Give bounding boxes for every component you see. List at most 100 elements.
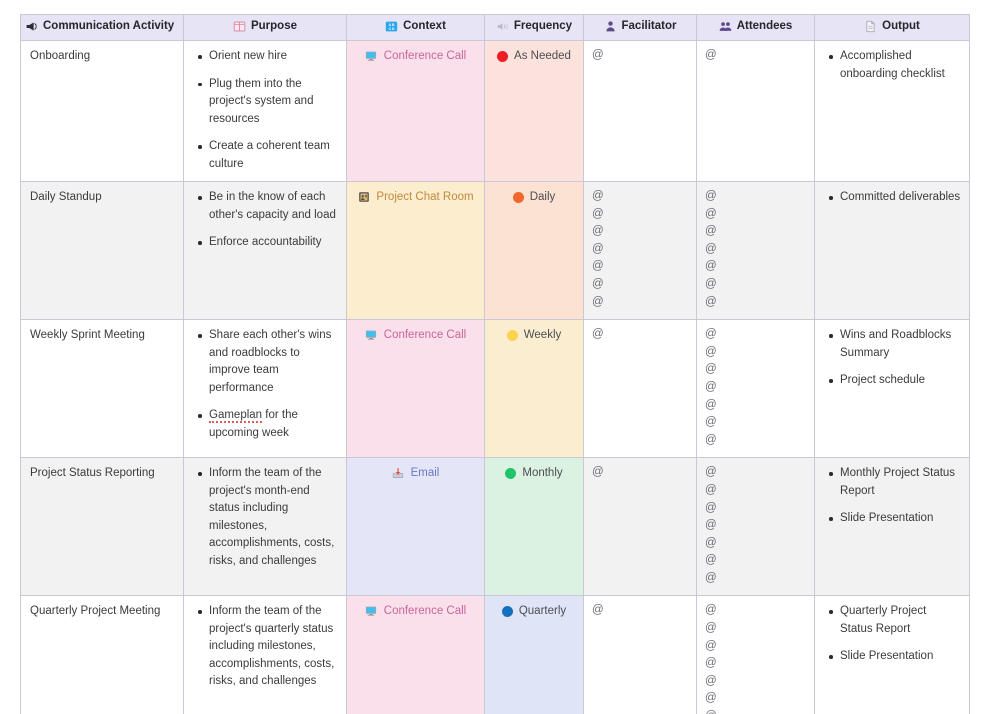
mention-placeholder[interactable]: @ — [705, 655, 806, 673]
mention-stack: @ — [592, 47, 688, 65]
cell-attendees[interactable]: @@@@@@@ — [696, 180, 815, 321]
cell-facilitator[interactable]: @ — [583, 595, 697, 714]
mention-placeholder[interactable]: @ — [705, 258, 806, 276]
cell-output[interactable]: Monthly Project Status Report Slide Prese… — [814, 457, 970, 597]
output-item: Wins and Roadblocks Summary — [829, 327, 961, 362]
mention-placeholder[interactable]: @ — [705, 326, 806, 344]
mention-stack: @@@@@@@ — [705, 464, 806, 587]
cell-communication-activity[interactable]: Quarterly Project Meeting — [20, 595, 184, 714]
mention-placeholder[interactable]: @ — [705, 500, 806, 518]
mention-placeholder[interactable]: @ — [592, 47, 688, 65]
speaker-icon — [496, 20, 509, 33]
cell-facilitator[interactable]: @ — [583, 40, 697, 182]
column-header-purpose[interactable]: Purpose — [183, 14, 347, 41]
cell-output[interactable]: Committed deliverables — [814, 180, 970, 321]
cell-context[interactable]: Conference Call — [346, 319, 485, 459]
output-item: Slide Presentation — [829, 648, 961, 666]
cell-attendees[interactable]: @ — [696, 40, 815, 182]
column-header-label: Purpose — [250, 20, 297, 32]
cell-purpose[interactable]: Be in the know of each other's capacity … — [183, 180, 347, 321]
cell-communication-activity[interactable]: Onboarding — [20, 40, 184, 182]
page-icon — [864, 20, 877, 33]
mention-stack: @ — [592, 464, 688, 482]
cell-context[interactable]: Conference Call — [346, 595, 485, 714]
column-header-output[interactable]: Output — [814, 14, 970, 41]
mention-placeholder[interactable]: @ — [705, 223, 806, 241]
mention-placeholder[interactable]: @ — [592, 294, 688, 312]
mention-placeholder[interactable]: @ — [705, 432, 806, 450]
cell-attendees[interactable]: @@@@@@@ — [696, 595, 815, 714]
mention-placeholder[interactable]: @ — [705, 414, 806, 432]
mention-placeholder[interactable]: @ — [705, 552, 806, 570]
column-header-frequency[interactable]: Frequency — [484, 14, 584, 41]
cell-frequency[interactable]: As Needed — [484, 40, 584, 182]
cell-frequency[interactable]: Weekly — [484, 319, 584, 459]
mention-placeholder[interactable]: @ — [705, 397, 806, 415]
mention-placeholder[interactable]: @ — [705, 638, 806, 656]
mention-placeholder[interactable]: @ — [705, 708, 806, 714]
mention-placeholder[interactable]: @ — [705, 344, 806, 362]
purpose-list: Orient new hire Plug them into the projec… — [192, 48, 338, 173]
frequency-status-dot — [501, 606, 513, 618]
mention-placeholder[interactable]: @ — [705, 673, 806, 691]
column-header-activity[interactable]: Communication Activity — [20, 14, 184, 41]
cell-attendees[interactable]: @@@@@@@ — [696, 457, 815, 597]
mention-placeholder[interactable]: @ — [705, 47, 806, 65]
mention-placeholder[interactable]: @ — [592, 258, 688, 276]
mention-placeholder[interactable]: @ — [705, 241, 806, 259]
mention-placeholder[interactable]: @ — [592, 326, 688, 344]
cell-context[interactable]: Conference Call — [346, 40, 485, 182]
mention-placeholder[interactable]: @ — [705, 535, 806, 553]
mention-placeholder[interactable]: @ — [705, 482, 806, 500]
mention-placeholder[interactable]: @ — [592, 464, 688, 482]
mention-placeholder[interactable]: @ — [705, 361, 806, 379]
mention-placeholder[interactable]: @ — [705, 602, 806, 620]
mention-stack: @ — [592, 326, 688, 344]
mention-placeholder[interactable]: @ — [705, 276, 806, 294]
activity-name: Quarterly Project Meeting — [30, 605, 161, 618]
cell-output[interactable]: Quarterly Project Status Report Slide Pre… — [814, 595, 970, 714]
mention-placeholder[interactable]: @ — [592, 206, 688, 224]
cell-attendees[interactable]: @@@@@@@ — [696, 319, 815, 459]
mention-placeholder[interactable]: @ — [592, 188, 688, 206]
cell-purpose[interactable]: Orient new hire Plug them into the projec… — [183, 40, 347, 182]
cell-frequency[interactable]: Monthly — [484, 457, 584, 597]
mention-placeholder[interactable]: @ — [705, 690, 806, 708]
cell-output[interactable]: Wins and Roadblocks Summary Project sched… — [814, 319, 970, 459]
cell-facilitator[interactable]: @ — [583, 319, 697, 459]
mention-placeholder[interactable]: @ — [592, 276, 688, 294]
cell-purpose[interactable]: Inform the team of the project's month-e… — [183, 457, 347, 597]
cell-communication-activity[interactable]: Project Status Reporting — [20, 457, 184, 597]
table-row: Daily Standup Be in the know of each othe… — [20, 180, 970, 321]
cell-context[interactable]: Project Chat Room — [346, 180, 485, 321]
cell-context[interactable]: Email — [346, 457, 485, 597]
mention-placeholder[interactable]: @ — [705, 517, 806, 535]
cell-purpose[interactable]: Share each other's wins and roadblocks t… — [183, 319, 347, 459]
output-item: Quarterly Project Status Report — [829, 603, 961, 638]
mention-placeholder[interactable]: @ — [592, 223, 688, 241]
purpose-item: Share each other's wins and roadblocks t… — [198, 327, 338, 397]
output-item: Project schedule — [829, 372, 961, 390]
mention-placeholder[interactable]: @ — [705, 188, 806, 206]
activity-name: Onboarding — [30, 50, 91, 62]
mention-placeholder[interactable]: @ — [705, 294, 806, 312]
cell-output[interactable]: Accomplished onboarding checklist — [814, 40, 970, 182]
cell-facilitator[interactable]: @ — [583, 457, 697, 597]
mention-placeholder[interactable]: @ — [592, 241, 688, 259]
output-list: Accomplished onboarding checklist — [823, 48, 961, 83]
column-header-attendees[interactable]: Attendees — [696, 14, 815, 41]
cell-frequency[interactable]: Quarterly — [484, 595, 584, 714]
cell-communication-activity[interactable]: Weekly Sprint Meeting — [20, 319, 184, 459]
mention-placeholder[interactable]: @ — [592, 602, 688, 620]
column-header-context[interactable]: A B C D Context — [346, 14, 485, 41]
mention-placeholder[interactable]: @ — [705, 570, 806, 588]
column-header-facilitator[interactable]: Facilitator — [583, 14, 697, 41]
cell-facilitator[interactable]: @ @ @ @ @ @ @ — [583, 180, 697, 321]
mention-placeholder[interactable]: @ — [705, 620, 806, 638]
mention-placeholder[interactable]: @ — [705, 379, 806, 397]
mention-placeholder[interactable]: @ — [705, 464, 806, 482]
cell-frequency[interactable]: Daily — [484, 180, 584, 321]
cell-communication-activity[interactable]: Daily Standup — [20, 180, 184, 321]
cell-purpose[interactable]: Inform the team of the project's quarter… — [183, 595, 347, 714]
mention-placeholder[interactable]: @ — [705, 206, 806, 224]
